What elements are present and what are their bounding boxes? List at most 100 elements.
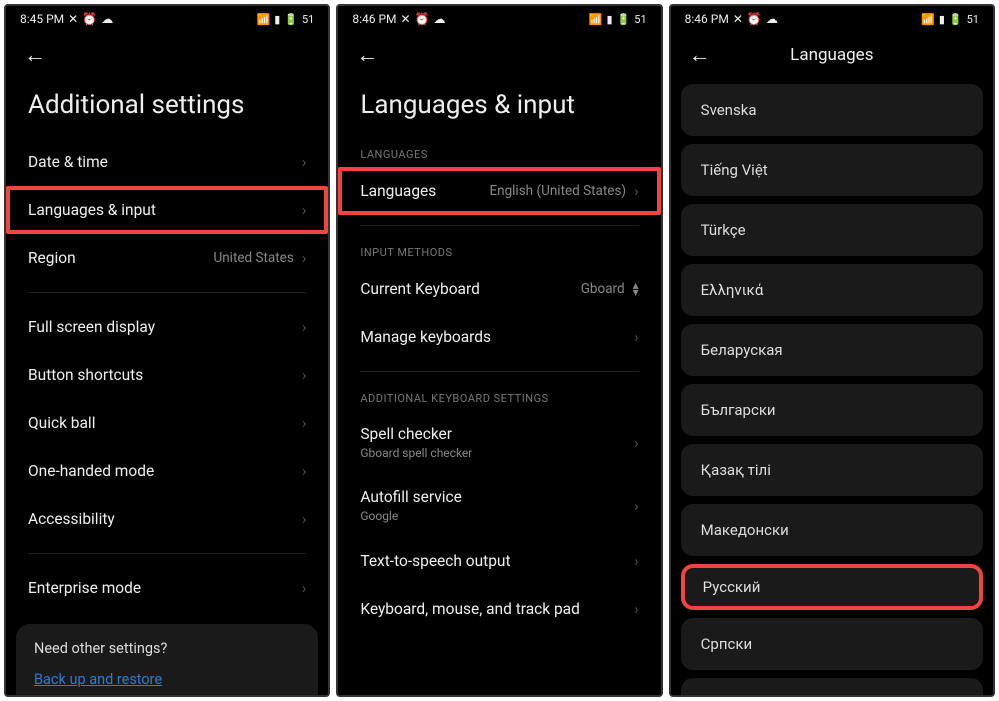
chevron-right-icon: › [302,366,307,384]
language-item[interactable]: Русский [681,564,983,610]
language-item[interactable]: Српски [681,618,983,670]
chevron-right-icon: › [634,434,639,452]
battery-icon: 🔋 [617,13,631,26]
cloud-icon: ☁ [434,12,446,26]
cloud-icon: ☁ [766,12,778,26]
settings-row[interactable]: Date & time › [6,138,328,186]
chevron-right-icon: › [302,462,307,480]
row-label: Manage keyboards [360,328,491,346]
chevron-right-icon: › [302,153,307,171]
footer-link[interactable]: Back up and restore [34,671,300,688]
wifi-icon: 📶 [921,13,935,26]
chevron-right-icon: › [302,414,307,432]
language-item[interactable]: Български [681,384,983,436]
content: Svenska Tiếng Việt Türkçe Ελληνικά Беларуска… [671,72,993,695]
footer-question: Need other settings? [34,640,300,657]
status-time: 8:45 PM [20,12,64,26]
section-label-languages: LANGUAGES [338,138,660,167]
row-sublabel: Gboard spell checker [360,446,472,460]
phone-screen-3: 8:46 PM ✕ ⏰ ☁ 📶 ▮ 🔋 51 ← Languages Svens… [669,4,995,697]
battery-icon: 🔋 [284,13,298,26]
row-languages[interactable]: Languages English (United States) › [338,167,660,215]
wifi-icon: 📶 [256,13,270,26]
row-label: Accessibility [28,510,115,528]
chevron-right-icon: › [634,328,639,346]
settings-row[interactable]: Current Keyboard Gboard ▴▾ [338,265,660,313]
row-value: United States [213,250,293,266]
settings-row[interactable]: Accessibility › [6,495,328,543]
row-value: Gboard [581,281,625,297]
alarm-icon: ⏰ [415,12,430,26]
chevron-right-icon: › [634,497,639,515]
content: Date & time › Languages & input› Region Unit… [6,138,328,695]
header-title: Languages [671,45,993,65]
settings-row[interactable]: Full screen display› [6,303,328,351]
language-item[interactable]: Türkçe [681,204,983,256]
chevron-right-icon: › [634,552,639,570]
back-arrow-icon[interactable]: ← [24,42,46,68]
header: ← [6,32,328,72]
row-label: Full screen display [28,318,155,336]
page-title: Languages & input [338,72,660,138]
row-label: Current Keyboard [360,280,480,298]
dnd-icon: ✕ [733,12,743,26]
divider [28,553,306,554]
battery-pct: 51 [302,13,314,26]
settings-row[interactable]: Quick ball › [6,399,328,447]
battery-icon: 🔋 [949,13,963,26]
settings-row[interactable]: Enterprise mode› [6,564,328,612]
language-item[interactable]: Svenska [681,84,983,136]
divider [360,371,638,372]
row-sublabel: Google [360,509,462,523]
row-label: Button shortcuts [28,366,143,384]
phone-screen-1: 8:45 PM ✕ ⏰ ☁ 📶 ▮ 🔋 51 ← Additional sett… [4,4,330,697]
language-item[interactable]: Қазақ тілі [681,444,983,496]
language-item[interactable]: Ελληνικά [681,264,983,316]
settings-row[interactable]: Manage keyboards › [338,313,660,361]
content: LANGUAGES Languages English (United Stat… [338,138,660,695]
cloud-icon: ☁ [101,12,113,26]
section-label-additional: ADDITIONAL KEYBOARD SETTINGS [338,382,660,411]
settings-row[interactable]: Button shortcuts › [6,351,328,399]
signal-icon: ▮ [939,13,945,26]
row-label: Spell checker [360,425,472,443]
battery-pct: 51 [634,13,646,26]
updown-icon: ▴▾ [633,282,639,296]
settings-row[interactable]: Spell checker Gboard spell checker › [338,411,660,474]
settings-row[interactable]: Keyboard, mouse, and track pad› [338,585,660,633]
settings-row[interactable]: Languages & input› [6,186,328,234]
row-label: Languages [360,182,436,200]
footer-card: Need other settings? Back up and restore [16,624,318,695]
row-value: English (United States) [489,183,626,199]
row-label: One-handed mode [28,462,154,480]
status-bar: 8:45 PM ✕ ⏰ ☁ 📶 ▮ 🔋 51 [6,6,328,32]
chevron-right-icon: › [634,600,639,618]
dnd-icon: ✕ [401,12,411,26]
header: ← Languages [671,32,993,72]
row-label: Autofill service [360,488,462,506]
row-label: Date & time [28,153,108,171]
language-item[interactable]: Українська [681,678,983,695]
divider [360,225,638,226]
settings-row[interactable]: Region United States › [6,234,328,282]
chevron-right-icon: › [302,249,307,267]
row-label: Region [28,249,76,267]
language-list: Svenska Tiếng Việt Türkçe Ελληνικά Беларуска… [671,84,993,695]
language-item[interactable]: Беларуская [681,324,983,376]
chevron-right-icon: › [302,579,307,597]
settings-row[interactable]: Text-to-speech output› [338,537,660,585]
language-item[interactable]: Македонски [681,504,983,556]
dnd-icon: ✕ [68,12,78,26]
status-time: 8:46 PM [685,12,729,26]
row-label: Quick ball [28,414,95,432]
language-item[interactable]: Tiếng Việt [681,144,983,196]
back-arrow-icon[interactable]: ← [356,42,378,68]
phone-screen-2: 8:46 PM ✕ ⏰ ☁ 📶 ▮ 🔋 51 ← Languages & inp… [336,4,662,697]
back-arrow-icon[interactable]: ← [689,42,711,68]
settings-row[interactable]: One-handed mode › [6,447,328,495]
alarm-icon: ⏰ [82,12,97,26]
divider [28,292,306,293]
settings-row[interactable]: Autofill service Google › [338,474,660,537]
chevron-right-icon: › [634,182,639,200]
chevron-right-icon: › [302,510,307,528]
